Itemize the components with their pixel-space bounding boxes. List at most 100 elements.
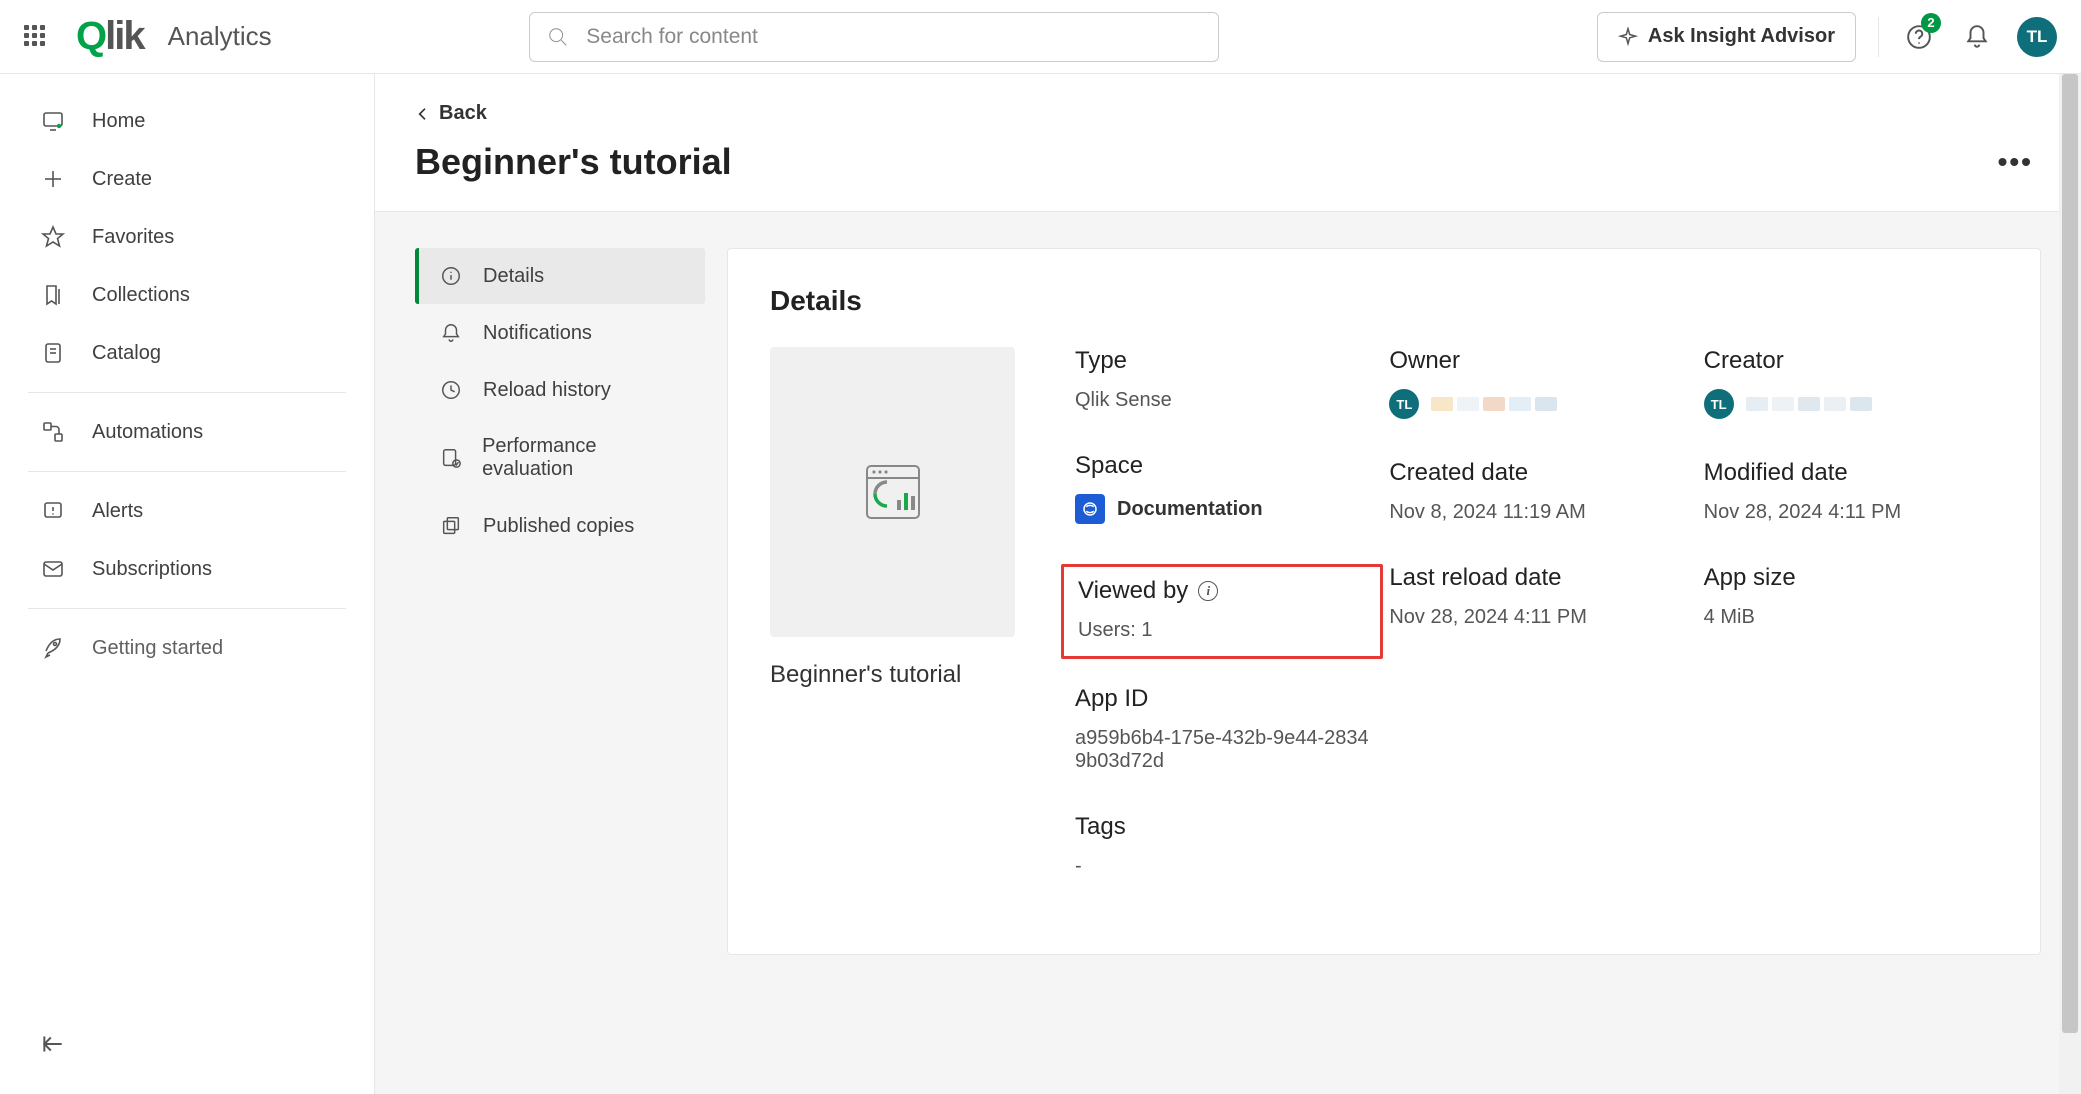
help-button[interactable]: 2 bbox=[1901, 19, 1937, 55]
sidebar-item-getting-started[interactable]: Getting started bbox=[0, 619, 374, 677]
creator-value: TL bbox=[1704, 389, 1998, 419]
sidebar-item-catalog[interactable]: Catalog bbox=[0, 324, 374, 382]
sidebar-collapse-button[interactable] bbox=[0, 1017, 374, 1076]
body: Home Create Favorites Collections Catalo… bbox=[0, 74, 2081, 1094]
creator-avatar: TL bbox=[1704, 389, 1734, 419]
main: Back Beginner's tutorial ••• Details Not… bbox=[375, 74, 2081, 1094]
meta-tags: Tags - bbox=[1075, 813, 1369, 878]
thumb-col: Beginner's tutorial bbox=[770, 347, 1015, 918]
meta-created: Created date Nov 8, 2024 11:19 AM bbox=[1389, 459, 1683, 524]
tab-performance[interactable]: Performance evaluation bbox=[415, 419, 705, 497]
info-icon[interactable]: i bbox=[1198, 581, 1218, 601]
bookmark-icon bbox=[40, 282, 66, 308]
modified-value: Nov 28, 2024 4:11 PM bbox=[1704, 501, 1998, 524]
sidebar-divider bbox=[28, 392, 346, 393]
creator-label: Creator bbox=[1704, 347, 1998, 375]
back-button[interactable]: Back bbox=[415, 102, 487, 125]
sidebar: Home Create Favorites Collections Catalo… bbox=[0, 74, 375, 1094]
search-icon bbox=[547, 26, 569, 48]
sidebar-item-collections[interactable]: Collections bbox=[0, 266, 374, 324]
space-icon bbox=[1075, 494, 1105, 524]
more-actions-button[interactable]: ••• bbox=[1990, 142, 2041, 182]
ask-insight-button[interactable]: Ask Insight Advisor bbox=[1597, 12, 1856, 62]
mail-icon bbox=[40, 556, 66, 582]
owner-value: TL bbox=[1389, 389, 1683, 419]
space-name: Documentation bbox=[1117, 498, 1263, 521]
apps-grid-icon[interactable] bbox=[24, 25, 48, 49]
creator-name-redacted bbox=[1746, 397, 1872, 411]
tab-published-copies[interactable]: Published copies bbox=[415, 498, 705, 554]
sidebar-item-favorites[interactable]: Favorites bbox=[0, 208, 374, 266]
perf-icon bbox=[439, 446, 462, 470]
sidebar-item-subscriptions[interactable]: Subscriptions bbox=[0, 540, 374, 598]
content-area: Details Notifications Reload history Per… bbox=[375, 212, 2081, 1094]
sidebar-item-alerts[interactable]: Alerts bbox=[0, 482, 374, 540]
app-id-value: a959b6b4-175e-432b-9e44-28349b03d72d bbox=[1075, 727, 1369, 773]
sidebar-label: Getting started bbox=[92, 637, 223, 660]
meta-type: Type Qlik Sense bbox=[1075, 347, 1369, 412]
sidebar-label: Home bbox=[92, 110, 145, 133]
card-title: Details bbox=[770, 285, 1998, 317]
space-value[interactable]: Documentation bbox=[1075, 494, 1369, 524]
card-body: Beginner's tutorial Type Qlik Sense Spac… bbox=[770, 347, 1998, 918]
info-icon bbox=[439, 264, 463, 288]
viewed-by-highlight: Viewed by i Users: 1 bbox=[1061, 564, 1383, 659]
meta-viewed-by: Viewed by i Users: 1 bbox=[1078, 577, 1366, 642]
plus-icon bbox=[40, 166, 66, 192]
back-label: Back bbox=[439, 102, 487, 125]
notifications-button[interactable] bbox=[1959, 19, 1995, 55]
scrollbar[interactable] bbox=[2059, 74, 2081, 1094]
sidebar-divider bbox=[28, 608, 346, 609]
collapse-icon bbox=[40, 1031, 66, 1057]
sidebar-label: Subscriptions bbox=[92, 558, 212, 581]
sidebar-label: Collections bbox=[92, 284, 190, 307]
tab-reload-history[interactable]: Reload history bbox=[415, 362, 705, 418]
topbar: Qlik Analytics Ask Insight Advisor 2 TL bbox=[0, 0, 2081, 74]
sidebar-divider bbox=[28, 471, 346, 472]
sidebar-label: Catalog bbox=[92, 342, 161, 365]
main-header: Back Beginner's tutorial ••• bbox=[375, 74, 2081, 212]
topbar-right: Ask Insight Advisor 2 TL bbox=[1597, 12, 2057, 62]
tabs-col: Details Notifications Reload history Per… bbox=[415, 248, 705, 555]
tab-notifications[interactable]: Notifications bbox=[415, 305, 705, 361]
page-title: Beginner's tutorial bbox=[415, 141, 732, 183]
meta-space: Space Documentation bbox=[1075, 452, 1369, 524]
space-label: Space bbox=[1075, 452, 1369, 480]
owner-name-redacted bbox=[1431, 397, 1557, 411]
sparkle-icon bbox=[1618, 27, 1638, 47]
history-icon bbox=[439, 378, 463, 402]
meta-col-3: Creator TL Modified date No bbox=[1704, 347, 1998, 918]
page-title-row: Beginner's tutorial ••• bbox=[415, 141, 2041, 183]
divider bbox=[1878, 17, 1879, 57]
app-id-label: App ID bbox=[1075, 685, 1369, 713]
details-card: Details bbox=[727, 248, 2041, 955]
qlik-logo[interactable]: Qlik bbox=[76, 14, 144, 59]
type-value: Qlik Sense bbox=[1075, 389, 1369, 412]
alert-icon bbox=[40, 498, 66, 524]
app-thumbnail-icon bbox=[861, 460, 925, 524]
sidebar-item-create[interactable]: Create bbox=[0, 150, 374, 208]
scrollbar-thumb[interactable] bbox=[2062, 74, 2078, 1033]
user-avatar[interactable]: TL bbox=[2017, 17, 2057, 57]
thumb-title: Beginner's tutorial bbox=[770, 661, 1015, 689]
tab-label: Notifications bbox=[483, 322, 592, 345]
sidebar-label: Create bbox=[92, 168, 152, 191]
sidebar-item-automations[interactable]: Automations bbox=[0, 403, 374, 461]
meta-appsize: App size 4 MiB bbox=[1704, 564, 1998, 629]
meta-modified: Modified date Nov 28, 2024 4:11 PM bbox=[1704, 459, 1998, 524]
sidebar-item-home[interactable]: Home bbox=[0, 92, 374, 150]
viewed-by-value: Users: 1 bbox=[1078, 619, 1366, 642]
meta-owner: Owner TL bbox=[1389, 347, 1683, 419]
sidebar-label: Alerts bbox=[92, 500, 143, 523]
help-badge: 2 bbox=[1921, 13, 1941, 33]
tab-details[interactable]: Details bbox=[415, 248, 705, 304]
tab-label: Reload history bbox=[483, 379, 611, 402]
search-input[interactable] bbox=[529, 12, 1219, 62]
tab-label: Published copies bbox=[483, 515, 634, 538]
meta-col-2: Owner TL Created date Nov 8 bbox=[1389, 347, 1683, 918]
star-icon bbox=[40, 224, 66, 250]
chevron-left-icon bbox=[415, 106, 431, 122]
meta-col-1: Type Qlik Sense Space Documentation bbox=[1075, 347, 1369, 918]
sidebar-label: Favorites bbox=[92, 226, 174, 249]
tab-label: Details bbox=[483, 265, 544, 288]
